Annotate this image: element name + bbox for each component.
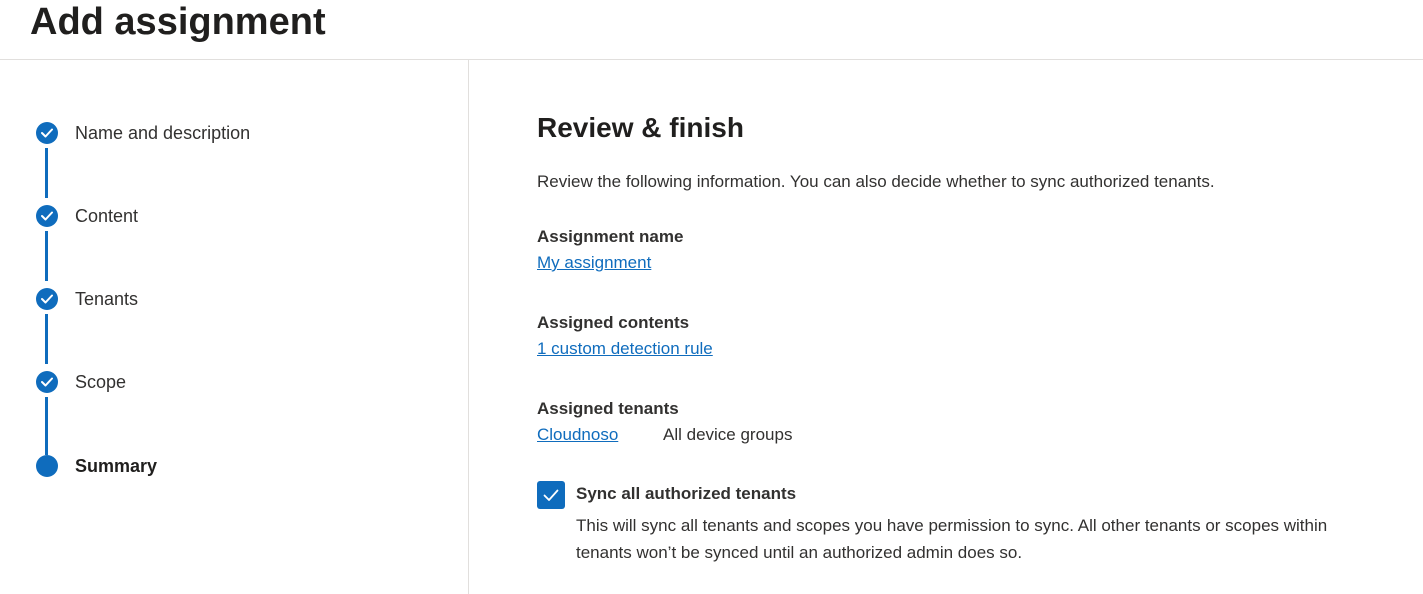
checkmark-icon	[36, 288, 58, 310]
assignment-name-link[interactable]: My assignment	[537, 253, 651, 273]
intro-text: Review the following information. You ca…	[537, 172, 1215, 191]
review-panel: Review & finish Review the following inf…	[537, 60, 1397, 594]
step-name-and-description[interactable]: Name and description	[36, 121, 250, 145]
step-connector	[45, 231, 48, 281]
sync-tenants-checkbox[interactable]	[537, 481, 565, 509]
step-connector	[45, 397, 48, 455]
tenant-link[interactable]: Cloudnoso	[537, 425, 618, 445]
section-title: Review & finish	[537, 112, 744, 143]
step-summary[interactable]: Summary	[36, 454, 157, 478]
step-scope[interactable]: Scope	[36, 370, 126, 394]
sync-tenants-label[interactable]: Sync all authorized tenants	[576, 484, 796, 504]
assigned-contents-label: Assigned contents	[537, 313, 690, 332]
step-label: Scope	[75, 371, 127, 392]
page-title: Add assignment	[30, 1, 326, 43]
page-header: Add assignment	[0, 0, 1423, 60]
assignment-name-label: Assignment name	[537, 227, 684, 246]
step-connector	[45, 314, 48, 364]
add-assignment-page: Add assignment Name and description Cont…	[0, 0, 1423, 594]
checkmark-icon	[543, 489, 559, 501]
step-label: Summary	[75, 455, 158, 476]
step-label: Tenants	[75, 288, 139, 309]
step-label: Content	[75, 205, 139, 226]
step-label: Name and description	[75, 122, 251, 143]
tenant-scope-text: All device groups	[663, 425, 793, 444]
step-connector	[45, 148, 48, 198]
step-content[interactable]: Content	[36, 204, 138, 228]
assigned-contents-link[interactable]: 1 custom detection rule	[537, 339, 713, 359]
assigned-tenants-label: Assigned tenants	[537, 399, 679, 418]
sync-tenants-description: This will sync all tenants and scopes yo…	[576, 516, 1328, 562]
wizard-stepper: Name and description Content Tenants Sco…	[0, 60, 469, 594]
checkmark-icon	[36, 205, 58, 227]
checkmark-icon	[36, 122, 58, 144]
step-tenants[interactable]: Tenants	[36, 287, 138, 311]
current-step-dot-icon	[36, 455, 58, 477]
checkmark-icon	[36, 371, 58, 393]
